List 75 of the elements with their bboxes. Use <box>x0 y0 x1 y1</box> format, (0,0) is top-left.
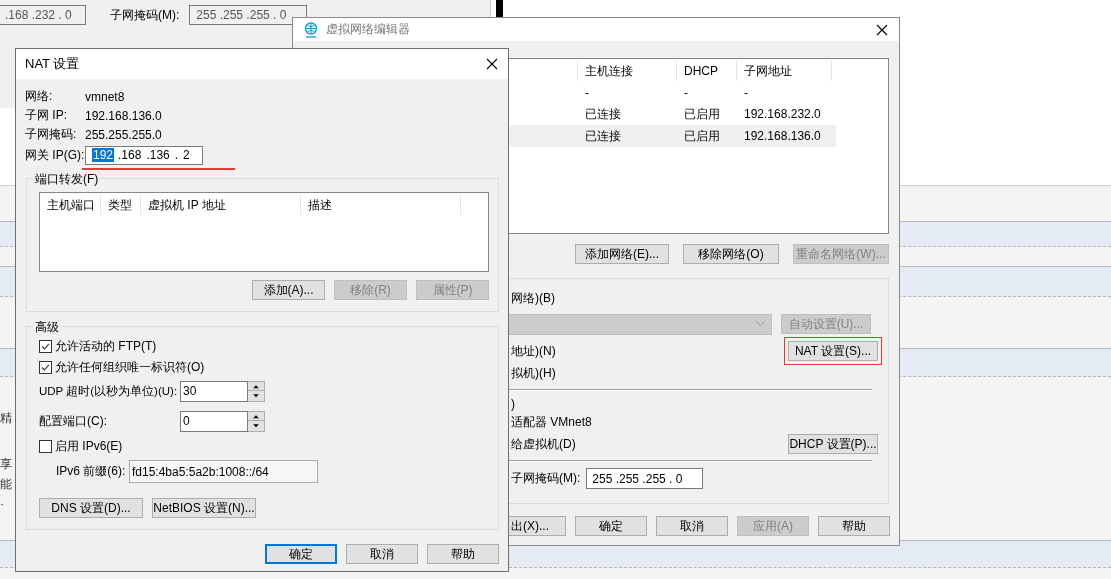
dialog-button[interactable]: NetBIOS 设置(N)... <box>152 498 256 518</box>
port-field[interactable]: 0 <box>180 410 248 432</box>
globe-icon <box>304 21 318 38</box>
prefix-field[interactable]: fd15:4ba5:5a2b:1008::/64 <box>129 460 318 483</box>
dialog-button[interactable]: DNS 设置(D)... <box>39 498 143 518</box>
radio-label: 网络)(B) <box>511 289 555 307</box>
field-label: 子网掩码(M): <box>511 470 581 487</box>
spin-buttons[interactable] <box>248 380 266 402</box>
column-header[interactable]: 描述 <box>301 195 461 215</box>
group-title: 高级 <box>33 319 61 336</box>
dialog-button[interactable]: DHCP 设置(P)... <box>788 434 878 454</box>
info-value: 255.255.255.0 <box>85 127 162 142</box>
checkbox-label[interactable]: 启用 IPv6(E) <box>55 437 123 455</box>
address-field[interactable]: .168 .232 . 0 <box>0 5 86 25</box>
checkbox-label[interactable]: 允许任何组织唯一标识符(O) <box>55 358 205 376</box>
table-cell-text: 192.168.136.0 <box>743 129 822 143</box>
column-header[interactable]: DHCP <box>677 61 737 81</box>
column-header[interactable]: 主机连接 <box>578 61 677 81</box>
group-title: 端口转发(F) <box>33 171 101 188</box>
window-title: 虚拟网络编辑器 <box>326 21 410 38</box>
dialog-button[interactable]: 帮助 <box>427 544 499 564</box>
dialog-button[interactable]: 取消 <box>346 544 418 564</box>
radio-label: 拟机)(H) <box>511 364 556 382</box>
field-label: UDP 超时(以秒为单位)(U): <box>39 383 179 399</box>
checkbox[interactable] <box>39 439 52 453</box>
dialog-button[interactable]: 移除网络(O) <box>683 244 779 264</box>
dialog-button[interactable]: 帮助 <box>818 516 890 536</box>
table-cell-text: 已启用 <box>683 127 721 145</box>
dialog-button[interactable]: 确定 <box>575 516 647 536</box>
table-cell-text: 192.168.232.0 <box>743 107 822 121</box>
info-label: 子网掩码: <box>25 126 78 143</box>
dialog-button[interactable]: 取消 <box>656 516 728 536</box>
field-label: IPv6 前缀(6): <box>56 463 127 480</box>
table-cell-text: - <box>683 86 689 100</box>
page-text: · <box>0 497 4 511</box>
dialog-button[interactable]: 确定 <box>265 544 337 564</box>
field-label: 子网掩码(M): <box>110 6 180 24</box>
close-icon[interactable] <box>486 58 498 70</box>
checkbox[interactable] <box>39 339 52 353</box>
checkbox-label: ) <box>511 397 515 411</box>
checkbox[interactable] <box>39 360 52 374</box>
dialog-button[interactable]: NAT 设置(S)... <box>788 341 878 361</box>
column-header[interactable]: 子网地址 <box>737 61 832 81</box>
column-header[interactable]: 虚拟机 IP 地址 <box>141 195 301 215</box>
info-label: 子网 IP: <box>25 107 68 124</box>
table-cell-text: - <box>743 86 749 100</box>
checkbox-label: 给虚拟机(D) <box>511 435 576 453</box>
close-icon[interactable] <box>876 23 888 36</box>
table-cell-text: 已连接 <box>584 127 622 145</box>
table-cell-text: - <box>584 86 590 100</box>
column-header[interactable]: 类型 <box>101 195 141 215</box>
column-header[interactable]: 主机端口 <box>40 195 101 215</box>
gateway-ip-field[interactable]: 192 .168 .136 . 2 <box>85 145 203 165</box>
spin-buttons[interactable] <box>248 410 265 432</box>
info-label: 网络: <box>25 88 54 105</box>
adapter-label: 适配器 VMnet8 <box>511 413 592 431</box>
field-label: 配置端口(C): <box>39 412 108 430</box>
timeout-field[interactable]: 30 <box>180 380 249 402</box>
subnet-mask-field[interactable]: 255 .255 .255 . 0 <box>189 5 308 25</box>
page-text: 享 <box>0 456 12 473</box>
info-value: 192.168.136.0 <box>85 108 162 123</box>
dialog-button[interactable]: 添加(A)... <box>252 280 325 300</box>
checkbox-label[interactable]: 允许活动的 FTP(T) <box>55 337 157 355</box>
table-cell-text: 已启用 <box>683 105 721 123</box>
chevron-icon <box>756 321 765 327</box>
table-cell-text: 已连接 <box>584 105 622 123</box>
dialog-button[interactable]: 添加网络(E)... <box>575 244 669 264</box>
info-value: vmnet8 <box>85 89 125 104</box>
radio-label: 地址)(N) <box>511 342 556 360</box>
page-text: 精 <box>0 410 12 427</box>
port-forwarding-list[interactable]: 主机端口 类型 虚拟机 IP 地址 描述 <box>39 192 489 272</box>
field-label: 网关 IP(G): <box>25 146 85 164</box>
dialog-title: NAT 设置 <box>25 55 80 73</box>
page-text: 能 <box>0 476 12 493</box>
subnet-mask-field[interactable]: 255 .255 .255 . 0 <box>586 468 704 489</box>
